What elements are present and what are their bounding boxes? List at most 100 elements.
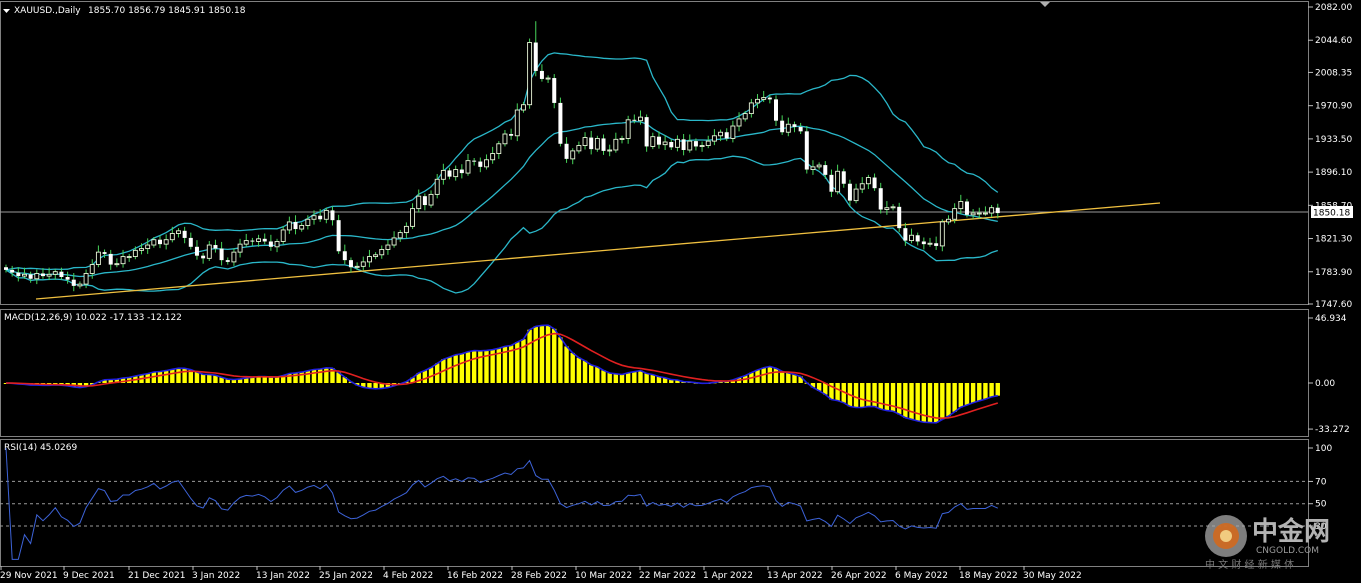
candle-body-bull: [274, 241, 280, 248]
price-axis-label: 2008.35: [1315, 68, 1352, 78]
candle-body-bear: [533, 42, 538, 71]
candle-body-bull: [650, 136, 656, 147]
candle-body-bear: [632, 119, 637, 121]
candle-body-bull: [237, 243, 243, 253]
macd-histogram-bar: [884, 383, 890, 411]
candle-body-bear: [293, 221, 298, 230]
macd-histogram-bar: [952, 383, 957, 412]
candle-body-bull: [619, 137, 625, 140]
time-axis-label: 1 Apr 2022: [703, 571, 753, 581]
candle-body-bull: [453, 169, 459, 178]
price-axis: 2082.00 2044.60 2008.35 1970.90 1933.50 1896.…: [1308, 3, 1352, 310]
candle-body-bear: [262, 238, 267, 242]
dropdown-arrow-icon[interactable]: [3, 9, 10, 13]
candle-body-bear: [102, 252, 107, 254]
candle-body-bull: [95, 251, 101, 266]
macd-histogram-bar: [625, 372, 631, 383]
macd-histogram-bar: [564, 346, 569, 383]
candle-body-bear: [336, 220, 341, 252]
candle-body-bear: [188, 237, 193, 247]
macd-histogram-bar: [268, 377, 274, 383]
macd-histogram-bar: [638, 370, 643, 383]
macd-histogram-bar: [459, 353, 465, 383]
candle-body-bear: [934, 243, 939, 246]
candle-body-bear: [681, 139, 686, 150]
macd-histogram-bar: [786, 372, 791, 383]
candle-body-bull: [594, 137, 600, 150]
macd-histogram-bar: [182, 368, 187, 383]
candle-body-bull: [243, 240, 249, 245]
candle-body-bull: [582, 137, 588, 147]
price-axis-label: 2082.00: [1315, 3, 1352, 13]
candle-body-bull: [126, 256, 132, 259]
candle-body-bull: [909, 234, 914, 242]
candle-body-bull: [853, 188, 859, 202]
candle-body-bull: [785, 123, 791, 133]
candle-body-bull: [114, 263, 120, 266]
candle-body-bull: [206, 244, 212, 259]
macd-histogram-bar: [311, 369, 317, 383]
time-axis-label: 21 Dec 2021: [128, 571, 186, 581]
time-axis-label: 30 May 2022: [1023, 571, 1082, 581]
rsi-axis-label: 70: [1315, 477, 1327, 487]
candle-body-bull: [77, 283, 83, 287]
scroll-marker-icon[interactable]: [1040, 2, 1050, 7]
price-axis-label: 1821.30: [1315, 235, 1352, 245]
macd-histogram-bar: [970, 383, 976, 403]
macd-label: MACD(12,26,9) 10.022 -17.133 -12.122: [4, 313, 182, 323]
candle-body-bear: [330, 210, 335, 221]
time-axis-label: 22 Mar 2022: [639, 571, 696, 581]
cngold-brand-text: 中金网: [1252, 516, 1330, 547]
macd-histogram-bar: [465, 351, 471, 383]
candle-body-bear: [28, 274, 33, 279]
macd-histogram-bar: [853, 383, 859, 408]
macd-histogram-bar: [958, 383, 963, 408]
candle-body-bear: [16, 272, 21, 277]
candle-body-bull: [323, 209, 329, 220]
candle-body-bull: [520, 104, 526, 111]
candle-body-bear: [59, 271, 64, 277]
candle-body-bull: [354, 265, 360, 268]
candle-body-bear: [213, 245, 218, 249]
candle-body-bear: [10, 269, 15, 273]
macd-histogram-bar: [157, 371, 163, 383]
macd-histogram-bar: [983, 383, 988, 400]
rsi-axis-label: 100: [1315, 444, 1332, 454]
macd-histogram-bar: [558, 337, 563, 383]
candle-body-bull: [705, 140, 711, 147]
macd-histogram-bar: [576, 357, 582, 383]
candle-body-bull: [465, 160, 471, 174]
candle-body-bull: [748, 102, 754, 115]
macd-histogram-bar: [527, 329, 532, 383]
candle-body-bear: [447, 170, 452, 177]
candle-body-bull: [410, 208, 416, 227]
rsi-axis-label: 50: [1315, 500, 1327, 510]
candle-body-bull: [736, 118, 742, 127]
candle-body-bull: [169, 233, 175, 241]
candle-body-bull: [502, 133, 508, 145]
macd-histogram-bar: [478, 350, 483, 383]
candle-body-bear: [767, 97, 772, 100]
candle-body-bear: [669, 142, 674, 148]
candle-body-bull: [970, 212, 976, 216]
macd-histogram-bar: [533, 326, 538, 383]
macd-histogram-bar: [293, 372, 298, 383]
macd-histogram-bar: [897, 383, 902, 415]
candle-body-bear: [564, 143, 569, 159]
candle-body-bear: [847, 183, 852, 201]
current-price-tag: 1850.18: [1311, 206, 1353, 219]
macd-histogram-bar: [964, 383, 970, 406]
candle-body-bull: [761, 97, 767, 100]
candle-body-bull: [311, 215, 317, 220]
candle-body-bull: [989, 207, 995, 214]
candle-body-bull: [256, 238, 262, 242]
candle-body-bull: [718, 131, 724, 137]
macd-histogram-bar: [570, 352, 575, 383]
rsi-line: [5, 447, 999, 560]
macd-histogram-bar: [995, 383, 1000, 396]
candle-body-bull: [699, 145, 705, 148]
macd-histogram-bar: [287, 373, 292, 383]
candle-body-bear: [509, 134, 514, 136]
macd-histogram-bar: [207, 374, 212, 383]
macd-histogram-bar: [274, 376, 280, 383]
